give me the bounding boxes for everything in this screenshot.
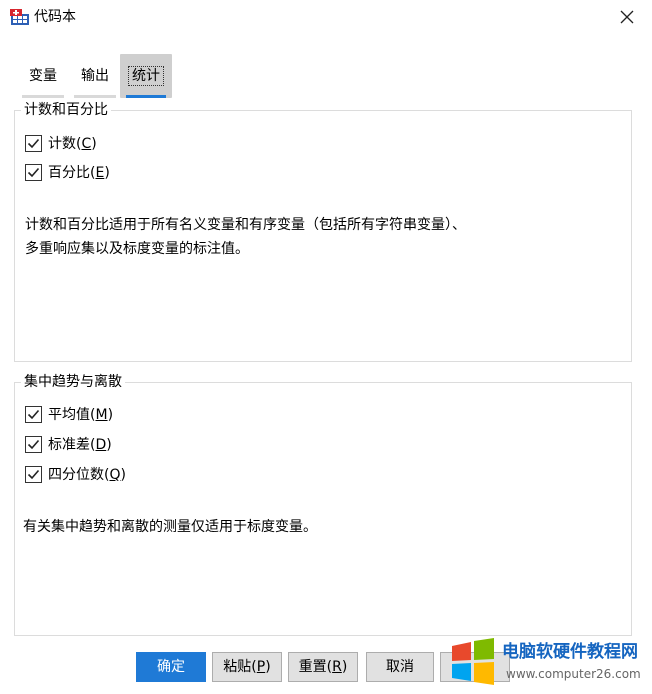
watermark-url: www.computer26.com	[506, 667, 641, 681]
checkbox-label: 平均值(M)	[48, 407, 114, 423]
checkbox-label: 四分位数(Q)	[48, 467, 126, 483]
close-icon	[620, 10, 634, 24]
site-watermark: 电脑软硬件教程网 www.computer26.com	[446, 634, 652, 694]
percent-checkbox[interactable]: 百分比(E)	[25, 161, 110, 183]
tab-label: 变量	[29, 68, 57, 84]
checkbox-box[interactable]	[25, 435, 42, 453]
stddev-checkbox[interactable]: 标准差(D)	[25, 433, 112, 455]
mean-checkbox[interactable]: 平均值(M)	[25, 403, 113, 425]
tab-variables[interactable]: 变量	[20, 54, 66, 98]
checkbox-box[interactable]	[25, 163, 42, 181]
watermark-text: 电脑软硬件教程网	[502, 642, 638, 662]
tab-output[interactable]: 输出	[72, 54, 118, 98]
central-description: 有关集中趋势和离散的测量仅适用于标度变量。	[23, 519, 317, 535]
quartiles-checkbox[interactable]: 四分位数(Q)	[25, 463, 126, 485]
codebook-icon	[10, 8, 30, 26]
checkbox-label: 百分比(E)	[48, 165, 110, 181]
tab-label: 输出	[81, 68, 109, 84]
checkmark-icon	[27, 469, 40, 479]
central-tendency-group: 集中趋势与离散 平均值(M) 标准差(D) 四分位数(Q) 有关集中趋势和离散的…	[14, 373, 632, 636]
reset-button[interactable]: 重置(R)	[288, 652, 358, 682]
close-button[interactable]	[612, 4, 642, 30]
paste-button[interactable]: 粘贴(P)	[212, 652, 282, 682]
checkbox-box[interactable]	[25, 465, 42, 483]
checkmark-icon	[27, 138, 40, 148]
title-bar: 代码本	[0, 0, 652, 36]
counts-percent-group: 计数和百分比 计数(C) 百分比(E) 计数和百分比适用于所有名义变量和有序变量…	[14, 101, 632, 362]
checkmark-icon	[27, 167, 40, 177]
group-title: 集中趋势与离散	[21, 373, 125, 391]
tab-statistics[interactable]: 统计	[120, 54, 172, 98]
ok-button[interactable]: 确定	[136, 652, 206, 682]
checkbox-label: 标准差(D)	[48, 437, 112, 453]
tab-label: 统计	[128, 66, 164, 86]
windows-logo-icon	[452, 638, 494, 685]
counts-description: 计数和百分比适用于所有名义变量和有序变量（包括所有字符串变量）、 多重响应集以及…	[25, 217, 466, 257]
group-title: 计数和百分比	[21, 101, 111, 119]
window-title: 代码本	[34, 9, 76, 25]
checkbox-box[interactable]	[25, 405, 42, 423]
cancel-button[interactable]: 取消	[366, 652, 434, 682]
checkmark-icon	[27, 439, 40, 449]
count-checkbox[interactable]: 计数(C)	[25, 132, 97, 154]
checkbox-box[interactable]	[25, 134, 42, 152]
checkmark-icon	[27, 409, 40, 419]
checkbox-label: 计数(C)	[48, 136, 97, 152]
